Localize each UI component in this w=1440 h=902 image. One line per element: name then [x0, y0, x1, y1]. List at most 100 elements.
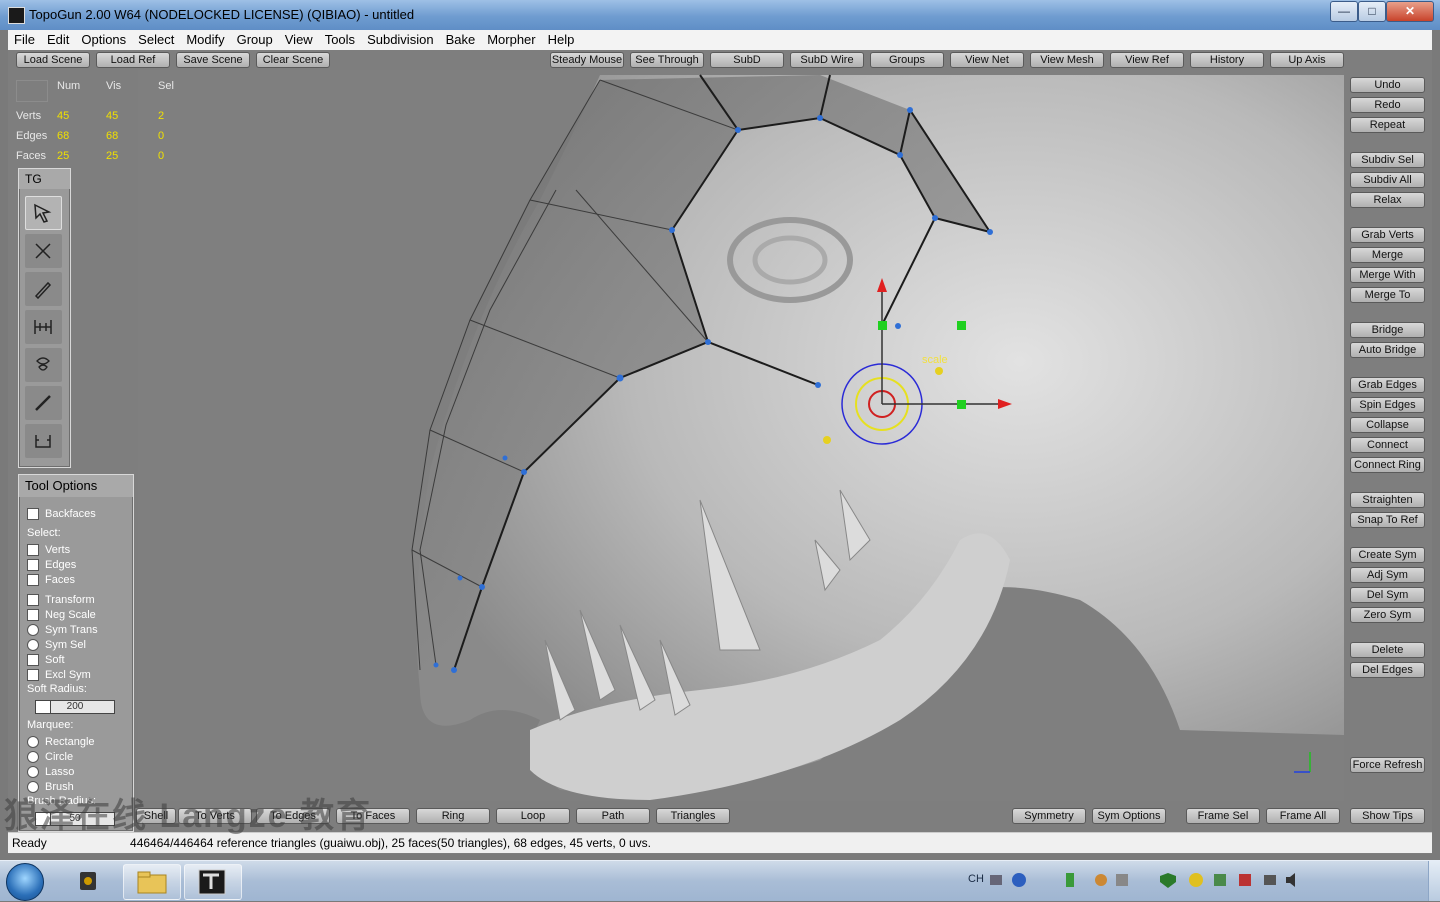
extrude-tool-button[interactable]	[25, 424, 62, 458]
symmetry-button[interactable]: Symmetry	[1012, 808, 1086, 824]
redo-button[interactable]: Redo	[1350, 97, 1425, 113]
menu-group[interactable]: Group	[231, 30, 279, 49]
transform-checkbox[interactable]: Transform	[27, 593, 95, 608]
collapse-button[interactable]: Collapse	[1350, 417, 1425, 433]
zero-sym-button[interactable]: Zero Sym	[1350, 607, 1425, 623]
connect-ring-button[interactable]: Connect Ring	[1350, 457, 1425, 473]
menu-bake[interactable]: Bake	[440, 30, 482, 49]
marquee-rectangle-radio[interactable]: Rectangle	[27, 735, 95, 750]
save-scene-button[interactable]: Save Scene	[176, 52, 250, 68]
gizmo-scale-label: scale	[922, 354, 948, 366]
show-tips-button[interactable]: Show Tips	[1350, 808, 1425, 824]
merge-to-button[interactable]: Merge To	[1350, 287, 1425, 303]
explorer-app-button[interactable]	[123, 864, 181, 900]
extrude-tool-icon	[35, 435, 51, 448]
del-sym-button[interactable]: Del Sym	[1350, 587, 1425, 603]
connect-button[interactable]: Connect	[1350, 437, 1425, 453]
spin-edges-button[interactable]: Spin Edges	[1350, 397, 1425, 413]
up-axis-button[interactable]: Up Axis	[1270, 52, 1344, 68]
menu-help[interactable]: Help	[542, 30, 581, 49]
excl-sym-checkbox[interactable]: Excl Sym	[27, 668, 91, 683]
tubes-tool-button[interactable]	[25, 386, 62, 420]
load-scene-button[interactable]: Load Scene	[16, 52, 90, 68]
menu-edit[interactable]: Edit	[41, 30, 75, 49]
menu-options[interactable]: Options	[75, 30, 132, 49]
see-through-button[interactable]: See Through	[630, 52, 704, 68]
topogun-app-button[interactable]	[184, 864, 242, 900]
frame-all-button[interactable]: Frame All	[1266, 808, 1340, 824]
soft-checkbox[interactable]: Soft	[27, 653, 65, 668]
steady-mouse-button[interactable]: Steady Mouse	[550, 52, 624, 68]
menu-tools[interactable]: Tools	[319, 30, 361, 49]
subdiv-all-button[interactable]: Subdiv All	[1350, 172, 1425, 188]
sym-sel-radio[interactable]: Sym Sel	[27, 638, 86, 653]
straighten-button[interactable]: Straighten	[1350, 492, 1425, 508]
bridge-tool-button[interactable]	[25, 310, 62, 344]
triangles-button[interactable]: Triangles	[656, 808, 730, 824]
close-button[interactable]: ✕	[1386, 1, 1434, 22]
menu-file[interactable]: File	[8, 30, 41, 49]
select-tool-button[interactable]	[25, 196, 62, 230]
view-ref-button[interactable]: View Ref	[1110, 52, 1184, 68]
delete-button[interactable]: Delete	[1350, 642, 1425, 658]
select-edges-label: Edges	[45, 559, 77, 571]
backfaces-checkbox[interactable]: Backfaces	[27, 507, 96, 522]
select-edges-checkbox[interactable]: Edges	[27, 558, 76, 573]
sym-options-button[interactable]: Sym Options	[1092, 808, 1166, 824]
relax-button[interactable]: Relax	[1350, 192, 1425, 208]
view-net-button[interactable]: View Net	[950, 52, 1024, 68]
loop-button[interactable]: Loop	[496, 808, 570, 824]
media-app-button[interactable]	[62, 864, 118, 898]
show-desktop-button[interactable]	[1428, 861, 1440, 901]
subd-wire-button[interactable]: SubD Wire	[790, 52, 864, 68]
minimize-button[interactable]: —	[1330, 1, 1358, 22]
merge-button[interactable]: Merge	[1350, 247, 1425, 263]
path-button[interactable]: Path	[576, 808, 650, 824]
repeat-button[interactable]: Repeat	[1350, 117, 1425, 133]
start-button[interactable]	[6, 863, 44, 901]
neg-scale-checkbox[interactable]: Neg Scale	[27, 608, 96, 623]
maximize-button[interactable]: □	[1358, 1, 1386, 22]
3d-viewport[interactable]: scale	[138, 70, 1344, 801]
groups-button[interactable]: Groups	[870, 52, 944, 68]
grab-verts-button[interactable]: Grab Verts	[1350, 227, 1425, 243]
select-verts-checkbox[interactable]: Verts	[27, 543, 70, 558]
knife-tool-button[interactable]	[25, 234, 62, 268]
grab-edges-button[interactable]: Grab Edges	[1350, 377, 1425, 393]
snap-to-ref-button[interactable]: Snap To Ref	[1350, 512, 1425, 528]
excl-sym-label: Excl Sym	[45, 669, 91, 681]
adj-sym-button[interactable]: Adj Sym	[1350, 567, 1425, 583]
force-refresh-button[interactable]: Force Refresh	[1350, 757, 1425, 773]
auto-bridge-button[interactable]: Auto Bridge	[1350, 342, 1425, 358]
merge-with-button[interactable]: Merge With	[1350, 267, 1425, 283]
menu-view[interactable]: View	[279, 30, 319, 49]
create-sym-button[interactable]: Create Sym	[1350, 547, 1425, 563]
clear-scene-button[interactable]: Clear Scene	[256, 52, 330, 68]
knife-tool-icon	[35, 243, 51, 259]
menu-morpher[interactable]: Morpher	[481, 30, 541, 49]
menu-subdivision[interactable]: Subdivision	[361, 30, 440, 49]
subd-button[interactable]: SubD	[710, 52, 784, 68]
marquee-circle-radio[interactable]: Circle	[27, 750, 73, 765]
bridge-button[interactable]: Bridge	[1350, 322, 1425, 338]
select-verts-label: Verts	[45, 544, 71, 556]
brush-tool-button[interactable]	[25, 348, 62, 382]
load-ref-button[interactable]: Load Ref	[96, 52, 170, 68]
draw-tool-button[interactable]	[25, 272, 62, 306]
soft-radius-slider[interactable]: 200	[35, 700, 115, 714]
language-indicator[interactable]: CH	[968, 873, 984, 885]
frame-sel-button[interactable]: Frame Sel	[1186, 808, 1260, 824]
undo-button[interactable]: Undo	[1350, 77, 1425, 93]
sym-trans-radio[interactable]: Sym Trans	[27, 623, 98, 638]
stats-verts-vis: 45	[106, 110, 119, 122]
del-edges-button[interactable]: Del Edges	[1350, 662, 1425, 678]
select-faces-checkbox[interactable]: Faces	[27, 573, 75, 588]
history-button[interactable]: History	[1190, 52, 1264, 68]
transform-gizmo[interactable]: scale	[138, 70, 1344, 801]
menu-modify[interactable]: Modify	[180, 30, 230, 49]
ring-button[interactable]: Ring	[416, 808, 490, 824]
marquee-lasso-radio[interactable]: Lasso	[27, 765, 74, 780]
menu-select[interactable]: Select	[132, 30, 180, 49]
view-mesh-button[interactable]: View Mesh	[1030, 52, 1104, 68]
subdiv-sel-button[interactable]: Subdiv Sel	[1350, 152, 1425, 168]
